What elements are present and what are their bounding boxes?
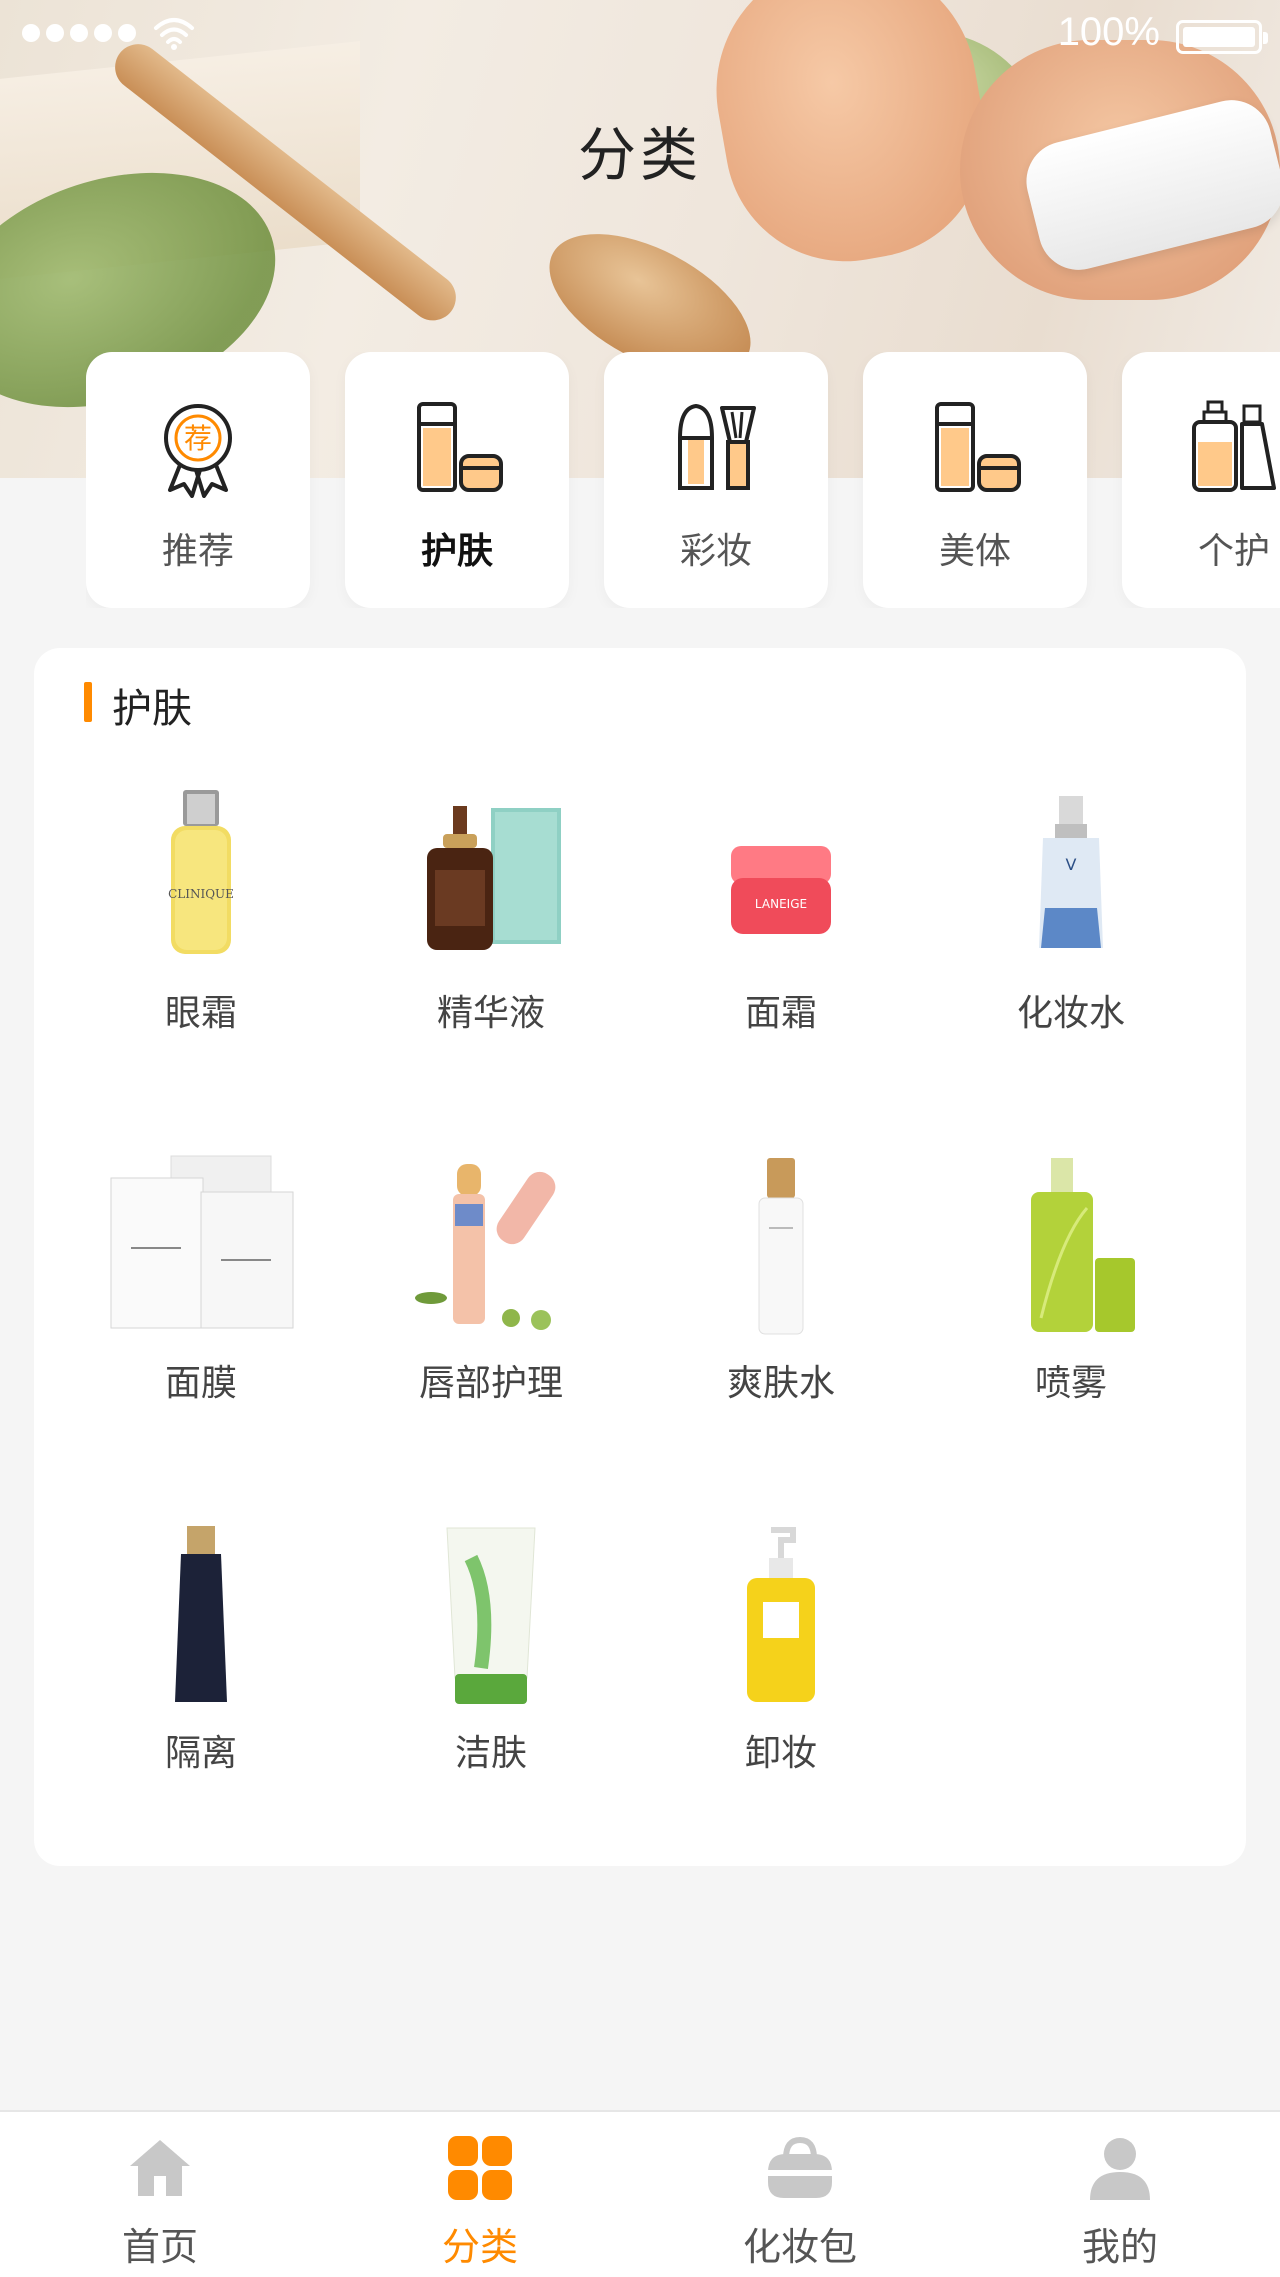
tab-home[interactable]: 首页 xyxy=(0,2112,320,2277)
profile-icon xyxy=(1090,2138,1150,2200)
category-grid-icon xyxy=(448,2136,512,2200)
subcategory-toner[interactable]: V 化妆水 xyxy=(926,778,1216,1078)
subcategory-face-mask[interactable]: 面膜 xyxy=(56,1148,346,1448)
category-label: 彩妆 xyxy=(679,531,752,572)
category-card-personal[interactable]: 个护 xyxy=(1122,352,1280,608)
face-cream-jar-image: LANEIGE xyxy=(731,846,831,934)
category-card-skincare[interactable]: 护肤 xyxy=(345,352,569,608)
item-label: 化妆水 xyxy=(1016,993,1125,1034)
item-label: 洁肤 xyxy=(454,1733,527,1774)
svg-text:V: V xyxy=(1066,855,1077,874)
cleansing-oil-image xyxy=(747,1527,815,1702)
skincare-icon xyxy=(417,402,503,492)
toner-bottle-image: V xyxy=(1039,796,1103,948)
category-card-makeup[interactable]: 彩妆 xyxy=(604,352,828,608)
bottom-tab-bar: 首页 分类 化妆包 我的 xyxy=(0,2110,1280,2277)
section-accent-bar xyxy=(84,682,92,722)
item-label: 面霜 xyxy=(744,993,817,1034)
page-title: 分类 xyxy=(577,121,702,189)
tab-label: 我的 xyxy=(1081,2225,1158,2269)
wifi-icon xyxy=(154,18,194,50)
item-label: 唇部护理 xyxy=(418,1363,563,1404)
subcategory-spray[interactable]: 喷雾 xyxy=(926,1148,1216,1448)
battery-percentage: 100% xyxy=(1057,10,1160,54)
category-label: 美体 xyxy=(938,531,1011,572)
item-label: 精华液 xyxy=(436,993,545,1034)
svg-text:CLINIQUE: CLINIQUE xyxy=(168,887,234,901)
category-card-recommend[interactable]: 荐 推荐 xyxy=(86,352,310,608)
tab-label: 分类 xyxy=(441,2225,518,2269)
serum-bottle-image xyxy=(427,806,561,950)
category-label: 护肤 xyxy=(420,531,493,572)
home-icon xyxy=(130,2140,190,2196)
recommend-badge-char: 荐 xyxy=(184,422,212,455)
item-label: 眼霜 xyxy=(164,993,237,1034)
tab-label: 首页 xyxy=(121,2225,198,2269)
tab-profile[interactable]: 我的 xyxy=(960,2112,1280,2277)
category-scroller[interactable]: 荐 推荐 护肤 彩妆 美体 个护 xyxy=(86,352,1280,608)
lotion-bottle-image xyxy=(758,1158,804,1335)
makeup-icon xyxy=(678,403,756,490)
face-mask-pack-image xyxy=(110,1155,294,1329)
primer-tube-image xyxy=(175,1526,227,1702)
subcategory-serum[interactable]: 精华液 xyxy=(346,778,636,1078)
status-bar: 100% xyxy=(0,0,1280,70)
subcategory-panel: 护肤 CLINIQUE 眼霜 精华液 LANEIGE 面霜 V 化妆水 面膜 唇… xyxy=(34,648,1246,1866)
recommend-badge-icon: 荐 xyxy=(164,404,232,498)
category-label: 推荐 xyxy=(161,531,234,572)
spray-bottle-image xyxy=(1031,1158,1135,1332)
lip-balm-image xyxy=(415,1164,556,1330)
item-label: 喷雾 xyxy=(1034,1363,1107,1404)
subcategory-lip-care[interactable]: 唇部护理 xyxy=(346,1148,636,1448)
makeup-bag-icon xyxy=(768,2136,832,2198)
subcategory-eye-cream[interactable]: CLINIQUE 眼霜 xyxy=(56,778,346,1078)
subcategory-primer[interactable]: 隔离 xyxy=(56,1518,346,1818)
subcategory-face-cream[interactable]: LANEIGE 面霜 xyxy=(636,778,926,1078)
svg-text:LANEIGE: LANEIGE xyxy=(755,897,807,911)
item-label: 爽肤水 xyxy=(726,1363,835,1404)
signal-strength-icon xyxy=(22,24,136,42)
personal-care-icon xyxy=(1192,400,1276,492)
item-label: 卸妆 xyxy=(744,1733,817,1774)
tab-label: 化妆包 xyxy=(742,2225,857,2269)
cleanser-tube-image xyxy=(446,1527,536,1704)
section-title: 护肤 xyxy=(112,686,192,732)
tab-category[interactable]: 分类 xyxy=(320,2112,640,2277)
battery-icon xyxy=(1176,20,1268,54)
subcategory-lotion[interactable]: 爽肤水 xyxy=(636,1148,926,1448)
body-care-icon xyxy=(935,402,1021,492)
subcategory-cleanser[interactable]: 洁肤 xyxy=(346,1518,636,1818)
eye-cream-bottle-image: CLINIQUE xyxy=(168,790,234,954)
category-card-body[interactable]: 美体 xyxy=(863,352,1087,608)
item-label: 面膜 xyxy=(164,1363,237,1404)
item-label: 隔离 xyxy=(164,1733,237,1774)
category-label: 个护 xyxy=(1197,531,1270,572)
tab-makeup-bag[interactable]: 化妆包 xyxy=(640,2112,960,2277)
subcategory-makeup-remover[interactable]: 卸妆 xyxy=(636,1518,926,1818)
